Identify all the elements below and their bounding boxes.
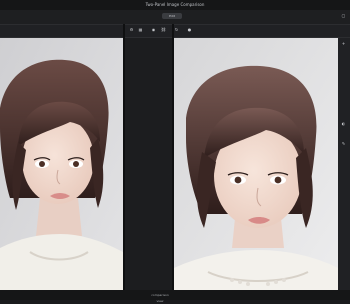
pin-icon[interactable]: ● — [186, 26, 193, 33]
link-icon[interactable]: ⛓ — [160, 26, 167, 33]
status-bar — [0, 290, 350, 300]
left-portrait-image — [0, 38, 123, 290]
tab-edit[interactable]: Edit — [162, 13, 182, 19]
right-tool-strip — [338, 38, 350, 290]
brush-icon[interactable]: ✎ — [340, 140, 347, 147]
add-icon[interactable]: + — [340, 40, 347, 47]
refresh-icon[interactable]: ↻ — [173, 26, 180, 33]
window-title: Two-Panel Image Comparison — [0, 0, 350, 10]
settings-icon[interactable]: ⚙ — [128, 26, 135, 33]
mask-icon[interactable]: ◐ — [340, 120, 347, 127]
eye-icon[interactable]: ◉ — [150, 26, 157, 33]
panel-gutter — [125, 38, 172, 290]
status-text: comparison view — [151, 293, 169, 303]
panel-icon[interactable]: ▢ — [340, 12, 347, 19]
right-portrait-image — [174, 38, 338, 290]
grid-icon[interactable]: ▦ — [137, 26, 144, 33]
